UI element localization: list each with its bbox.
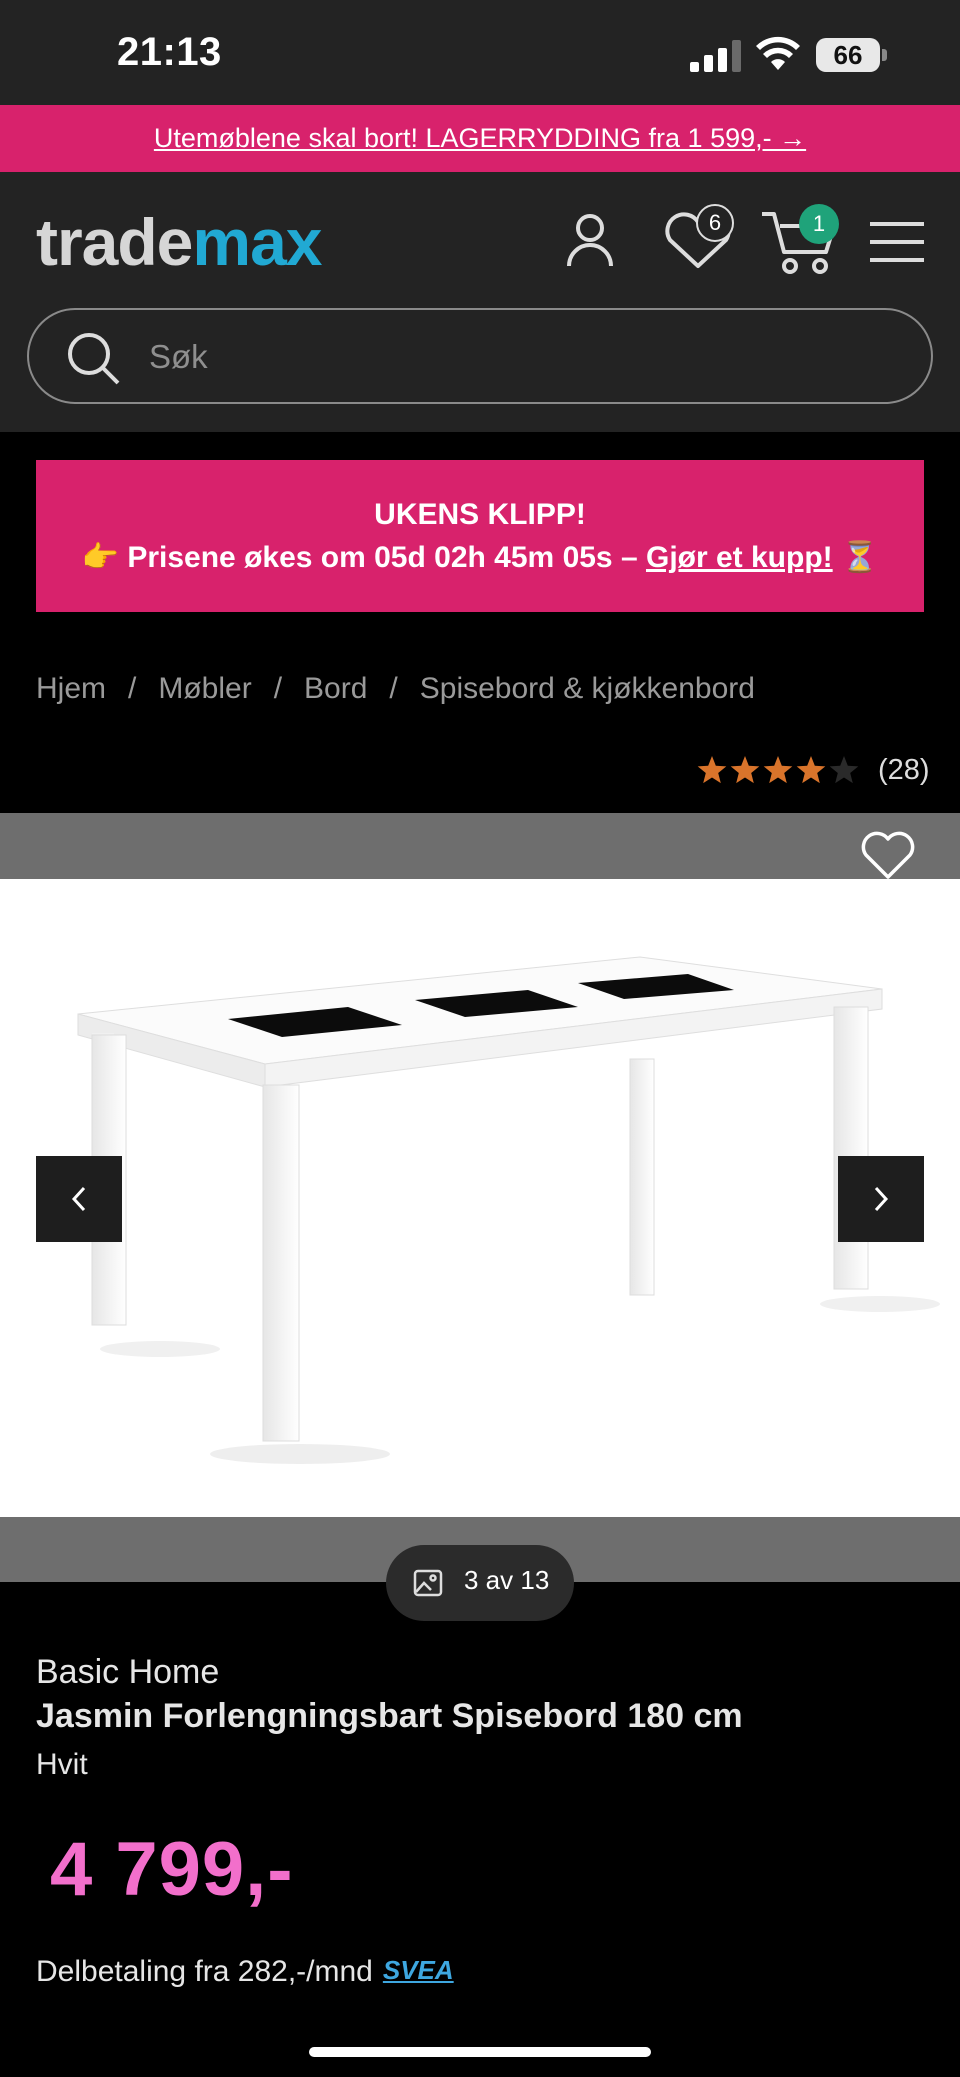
- home-indicator: [309, 2047, 651, 2057]
- breadcrumb-item-hjem[interactable]: Hjem: [36, 672, 106, 705]
- deal-link[interactable]: Gjør et kupp!: [646, 541, 833, 574]
- deal-banner: UKENS KLIPP! 👉 Prisene økes om 05d 02h 4…: [36, 460, 924, 612]
- product-brand[interactable]: Basic Home: [36, 1653, 219, 1692]
- pointing-hand-emoji: 👉: [81, 541, 119, 574]
- breadcrumb-item-bord[interactable]: Bord: [304, 672, 367, 705]
- chevron-right-icon: [874, 1186, 889, 1212]
- image-icon: [413, 1569, 443, 1597]
- svea-logo[interactable]: SVEA: [383, 1955, 454, 1986]
- status-time: 21:13: [117, 30, 222, 74]
- star-filled-icon: [796, 756, 826, 784]
- breadcrumb-item-spisebord[interactable]: Spisebord & kjøkkenbord: [420, 672, 755, 705]
- battery-level: 66: [833, 40, 863, 70]
- cart-count-badge: 1: [799, 204, 839, 244]
- logo-max: max: [192, 205, 322, 279]
- trademax-logo[interactable]: trademax: [36, 197, 323, 287]
- next-image-button[interactable]: [838, 1156, 924, 1242]
- product-image-gallery: 3 av 13: [0, 813, 960, 1621]
- deal-countdown-line: 👉 Prisene økes om 05d 02h 45m 05s – Gjør…: [36, 540, 924, 575]
- logo-trade: trade: [36, 205, 193, 279]
- status-bar: 21:13 66: [0, 0, 960, 105]
- account-icon[interactable]: [565, 212, 615, 268]
- rating-stars: [697, 756, 859, 784]
- product-variant: Hvit: [36, 1748, 88, 1781]
- promo-link[interactable]: Utemøblene skal bort! LAGERRYDDING fra 1…: [154, 123, 806, 154]
- search-input[interactable]: [147, 328, 847, 386]
- deal-title: UKENS KLIPP!: [374, 498, 586, 531]
- product-title: Jasmin Forlengningsbart Spisebord 180 cm: [36, 1697, 743, 1735]
- star-empty-icon: [829, 756, 859, 784]
- chevron-left-icon: [71, 1186, 86, 1212]
- menu-icon[interactable]: [868, 220, 926, 264]
- favorite-heart-icon[interactable]: [858, 829, 918, 881]
- table-illustration: [77, 956, 940, 1464]
- installment-text: Delbetaling fra 282,-/mnd: [36, 1955, 373, 1988]
- breadcrumb-separator: /: [128, 672, 137, 705]
- deal-countdown-text: Prisene økes om 05d 02h 45m 05s –: [127, 541, 638, 574]
- image-counter-text: 3 av 13: [464, 1565, 550, 1595]
- previous-image-button[interactable]: [36, 1156, 122, 1242]
- breadcrumb-item-mobler[interactable]: Møbler: [158, 672, 251, 705]
- wishlist-count-badge: 6: [696, 204, 734, 242]
- star-filled-icon: [697, 756, 727, 784]
- site-header: trademax 6 1: [0, 172, 960, 432]
- installment-info: Delbetaling fra 282,-/mnd SVEA: [36, 1955, 454, 1989]
- wifi-icon: [756, 36, 800, 70]
- signal-icon: [690, 40, 741, 72]
- hourglass-emoji: ⏳: [841, 541, 879, 574]
- image-counter[interactable]: 3 av 13: [386, 1545, 574, 1621]
- star-filled-icon: [730, 756, 760, 784]
- product-price: 4 799,-: [50, 1827, 294, 1912]
- breadcrumb: Hjem / Møbler / Bord / Spisebord & kjøkkenbord: [36, 672, 755, 706]
- promo-bar: Utemøblene skal bort! LAGERRYDDING fra 1…: [0, 105, 960, 172]
- search-icon: [68, 333, 120, 385]
- review-count: (28): [878, 754, 930, 786]
- breadcrumb-separator: /: [389, 672, 398, 705]
- battery-icon: 66: [816, 38, 887, 72]
- product-image[interactable]: [0, 879, 960, 1517]
- search-box[interactable]: [27, 308, 933, 404]
- breadcrumb-separator: /: [273, 672, 283, 705]
- star-filled-icon: [763, 756, 793, 784]
